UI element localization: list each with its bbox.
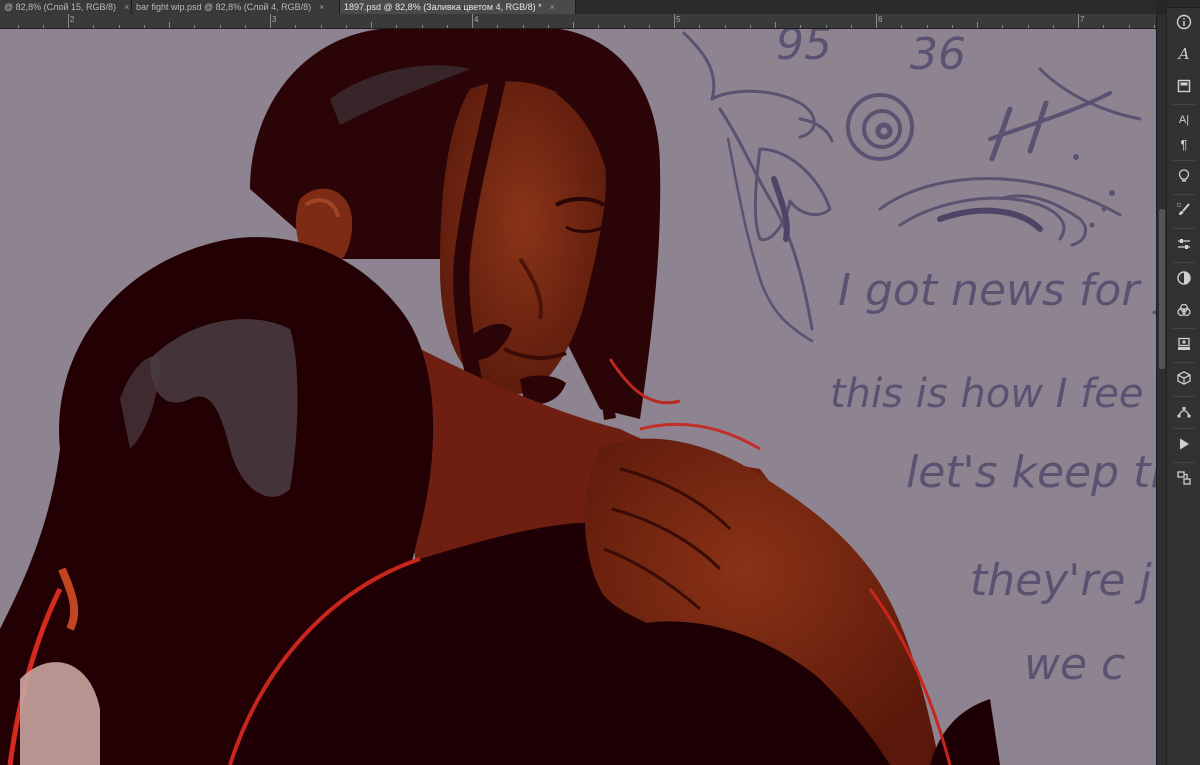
- lyrics-line: let's keep the: [906, 447, 1156, 498]
- lyrics-line: we c: [1024, 639, 1125, 690]
- document-tab[interactable]: @ 82,8% (Слой 15, RGB/8) ×: [0, 0, 132, 14]
- document-tab-bar: @ 82,8% (Слой 15, RGB/8) × bar fight wip…: [0, 0, 1156, 14]
- ruler-number: 2: [70, 15, 75, 24]
- 3d-icon[interactable]: [1172, 366, 1196, 390]
- timeline-icon[interactable]: [1172, 466, 1196, 490]
- separator: [1173, 428, 1195, 429]
- tab-bar-empty-area: [576, 0, 1156, 14]
- lyrics-line: this is how I fee: [830, 371, 1143, 417]
- scrollbar-thumb[interactable]: [1159, 209, 1165, 369]
- tab-label: 1897.psd @ 82,8% (Заливка цветом 4, RGB/…: [344, 2, 542, 12]
- properties-icon[interactable]: [1172, 164, 1196, 188]
- close-icon[interactable]: ×: [124, 2, 129, 12]
- panel-grip[interactable]: [1167, 0, 1200, 8]
- separator: [1173, 328, 1195, 329]
- tab-label: @ 82,8% (Слой 15, RGB/8): [4, 2, 117, 12]
- separator: [1173, 262, 1195, 263]
- separator: [1173, 462, 1195, 463]
- horizontal-ruler[interactable]: 2 3 4 5 6 7: [0, 14, 1156, 29]
- doodle-number: 95: [776, 29, 832, 70]
- separator: [1173, 362, 1195, 363]
- doodle-number: 36: [910, 29, 966, 80]
- separator: [1173, 160, 1195, 161]
- character-paragraph-icon[interactable]: A|: [1172, 108, 1196, 132]
- tab-label: bar fight wip.psd @ 82,8% (Слой 4, RGB/8…: [136, 2, 312, 12]
- ruler-number: 5: [676, 15, 681, 24]
- separator: [1173, 194, 1195, 195]
- separator: [1173, 104, 1195, 105]
- adjustments-icon[interactable]: [1172, 232, 1196, 256]
- separator: [1173, 396, 1195, 397]
- collapsed-panels-bar: A A| ¶: [1166, 0, 1200, 765]
- ruler-number: 7: [1080, 15, 1085, 24]
- lyrics-line: I got news for y: [838, 265, 1156, 316]
- paragraph-icon[interactable]: ¶: [1172, 132, 1196, 156]
- document-tab[interactable]: bar fight wip.psd @ 82,8% (Слой 4, RGB/8…: [132, 0, 340, 14]
- ruler-number: 4: [474, 15, 479, 24]
- channels-icon[interactable]: [1172, 298, 1196, 322]
- styles-icon[interactable]: [1172, 266, 1196, 290]
- lyrics-line: they're j: [970, 555, 1152, 606]
- document-canvas[interactable]: 95 36 H. I got news for y this is how I …: [0, 29, 1156, 765]
- close-icon[interactable]: ×: [319, 2, 324, 12]
- layer-comps-icon[interactable]: [1172, 332, 1196, 356]
- artwork-illustration: 95 36 H. I got news for y this is how I …: [0, 29, 1156, 765]
- paths-icon[interactable]: [1172, 400, 1196, 424]
- brushes-icon[interactable]: [1172, 198, 1196, 222]
- separator: [1173, 228, 1195, 229]
- document-tab-active[interactable]: 1897.psd @ 82,8% (Заливка цветом 4, RGB/…: [340, 0, 576, 14]
- libraries-icon[interactable]: [1172, 74, 1196, 98]
- close-icon[interactable]: ×: [550, 2, 555, 12]
- vertical-scrollbar[interactable]: [1156, 14, 1166, 765]
- actions-icon[interactable]: [1172, 432, 1196, 456]
- ruler-number: 3: [272, 15, 277, 24]
- ruler-ticks: [18, 14, 1155, 28]
- ruler-number: 6: [878, 15, 883, 24]
- info-icon[interactable]: [1172, 10, 1196, 34]
- glyphs-icon[interactable]: A: [1172, 42, 1196, 66]
